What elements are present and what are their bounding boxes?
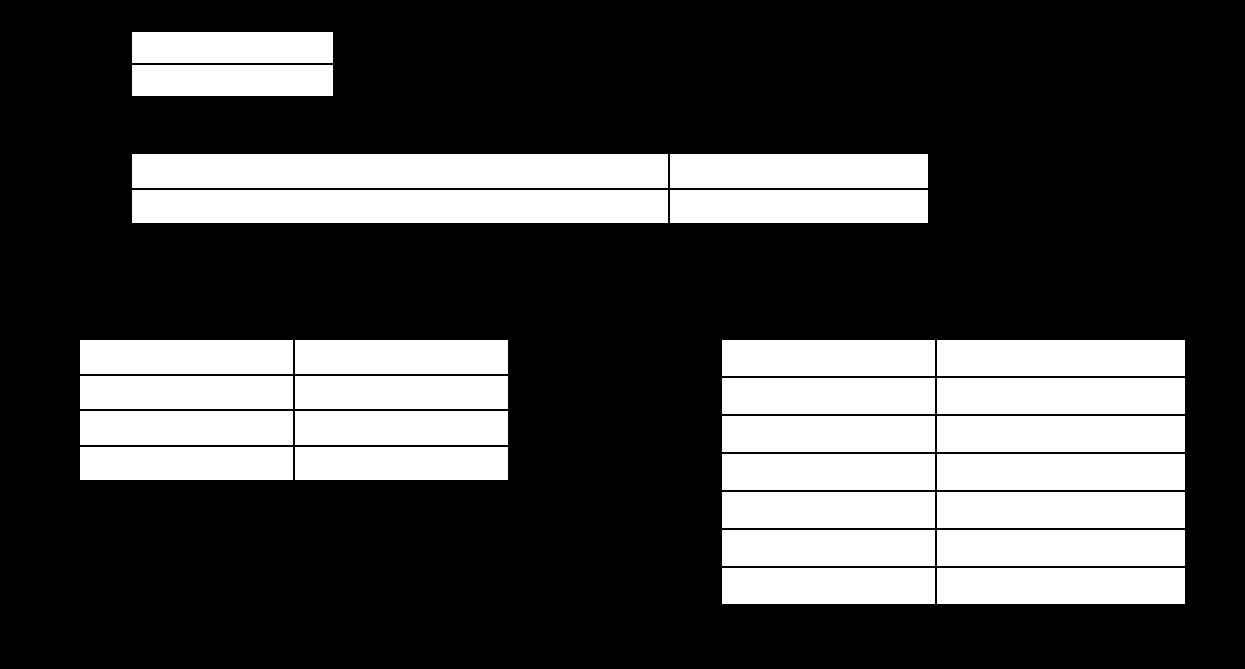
cell bbox=[936, 567, 1186, 605]
cell bbox=[79, 446, 294, 481]
cell bbox=[721, 339, 936, 377]
cell bbox=[936, 491, 1186, 529]
cell bbox=[669, 189, 929, 224]
cell bbox=[669, 153, 929, 189]
cell bbox=[721, 529, 936, 567]
cell bbox=[294, 410, 509, 446]
cell bbox=[936, 529, 1186, 567]
cell bbox=[294, 339, 509, 375]
cell bbox=[79, 410, 294, 446]
table-top-wide bbox=[130, 152, 930, 225]
cell bbox=[294, 375, 509, 410]
cell bbox=[721, 567, 936, 605]
cell bbox=[131, 64, 334, 97]
cell bbox=[721, 491, 936, 529]
cell bbox=[79, 339, 294, 375]
cell bbox=[294, 446, 509, 481]
cell bbox=[131, 31, 334, 64]
cell bbox=[721, 453, 936, 491]
cell bbox=[79, 375, 294, 410]
cell bbox=[936, 339, 1186, 377]
cell bbox=[131, 153, 669, 189]
table-top-small bbox=[130, 30, 335, 98]
cell bbox=[721, 415, 936, 453]
cell bbox=[131, 189, 669, 224]
table-bottom-left bbox=[78, 338, 510, 482]
table-bottom-right bbox=[720, 338, 1187, 606]
cell bbox=[936, 377, 1186, 415]
cell bbox=[936, 453, 1186, 491]
cell bbox=[721, 377, 936, 415]
canvas bbox=[0, 0, 1245, 669]
cell bbox=[936, 415, 1186, 453]
